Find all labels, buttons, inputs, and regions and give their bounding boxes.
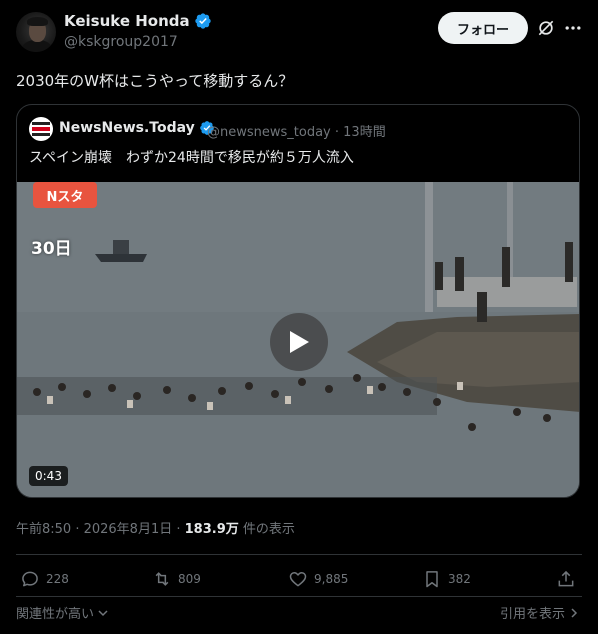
like-button[interactable]: 9,885 <box>288 569 348 589</box>
bookmark-button[interactable]: 382 <box>422 569 471 589</box>
action-bar: 228 809 9,885 382 <box>16 569 582 591</box>
video-duration: 0:43 <box>29 466 68 486</box>
tweet-text: 2030年のW杯はこうやって移動するん？ <box>16 72 294 90</box>
video-caption-label: 30日 <box>31 239 72 259</box>
more-options-icon[interactable] <box>563 18 583 38</box>
author-name-row[interactable]: Keisuke Honda <box>64 12 212 30</box>
bookmark-count: 382 <box>448 572 471 586</box>
quote-handle[interactable]: @newsnews_today <box>207 125 331 140</box>
play-button[interactable] <box>270 313 328 371</box>
quote-text: スペイン崩壊 わずか24時間で移民が約５万人流入 <box>29 150 354 166</box>
view-suffix: 件の表示 <box>238 522 295 537</box>
author-avatar[interactable] <box>16 12 56 52</box>
follow-button[interactable]: フォロー <box>438 12 528 44</box>
chevron-down-icon <box>98 609 108 616</box>
quote-handle-time[interactable]: @newsnews_today · 13時間 <box>207 121 386 140</box>
reply-count: 228 <box>46 572 69 586</box>
share-icon <box>558 570 574 587</box>
author-name[interactable]: Keisuke Honda <box>64 12 190 30</box>
tweet-timestamp[interactable]: 午前8:50 · 2026年8月1日 · <box>16 522 185 537</box>
sort-label: 関連性が高い <box>16 607 95 622</box>
divider <box>16 596 582 597</box>
retweet-count: 809 <box>178 572 201 586</box>
quote-name-row[interactable]: NewsNews.Today <box>59 120 215 136</box>
channel-badge: Nスタ <box>33 182 97 208</box>
video-player[interactable]: Nスタ 30日 0:43 <box>17 182 579 497</box>
heart-icon <box>289 572 307 587</box>
retweet-icon <box>155 572 169 586</box>
like-count: 9,885 <box>314 572 349 586</box>
quote-author-name[interactable]: NewsNews.Today <box>59 120 195 136</box>
bookmark-icon <box>426 571 438 588</box>
tweet-detail: Keisuke Honda @kskgroup2017 フォロー 2030年のW… <box>0 0 598 634</box>
show-quotes-link[interactable]: 引用を表示 <box>500 603 580 622</box>
play-icon <box>290 331 309 353</box>
divider <box>16 554 582 555</box>
quote-time[interactable]: · 13時間 <box>335 125 386 140</box>
author-handle[interactable]: @kskgroup2017 <box>64 34 178 50</box>
quote-avatar[interactable] <box>29 117 53 141</box>
tweet-meta: 午前8:50 · 2026年8月1日 · 183.9万 件の表示 <box>16 518 295 537</box>
sort-replies-dropdown[interactable]: 関連性が高い <box>16 603 109 622</box>
reply-icon <box>22 571 38 587</box>
share-button[interactable] <box>556 569 576 589</box>
view-count: 183.9万 <box>184 522 239 537</box>
grok-icon[interactable] <box>536 18 556 38</box>
quotes-label: 引用を表示 <box>499 607 565 622</box>
verified-badge-icon <box>194 13 211 29</box>
quoted-tweet[interactable]: NewsNews.Today @newsnews_today · 13時間 スペ… <box>16 104 580 498</box>
chevron-right-icon <box>571 607 578 618</box>
reply-button[interactable]: 228 <box>20 569 69 589</box>
retweet-button[interactable]: 809 <box>152 569 201 589</box>
